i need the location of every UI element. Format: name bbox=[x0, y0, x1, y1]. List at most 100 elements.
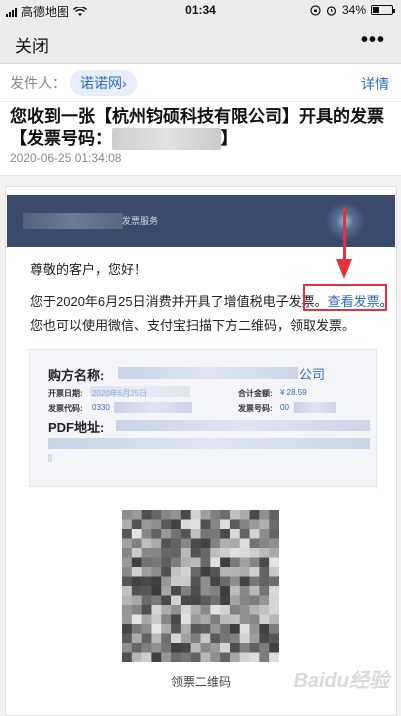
qr-module bbox=[220, 548, 231, 558]
qr-module bbox=[249, 519, 260, 530]
qr-module bbox=[141, 529, 152, 539]
buyer-label: 购方名称: bbox=[48, 368, 105, 383]
qr-module bbox=[171, 576, 182, 587]
more-icon[interactable]: ••• bbox=[361, 29, 385, 52]
blurred-number bbox=[294, 402, 336, 413]
qr-module bbox=[269, 614, 279, 625]
qr-module bbox=[220, 529, 231, 539]
qr-module bbox=[161, 652, 172, 662]
qr-module bbox=[180, 576, 191, 587]
qr-module bbox=[131, 595, 142, 606]
blurred-banner-logo bbox=[23, 213, 123, 229]
qr-module bbox=[239, 548, 250, 558]
qr-module bbox=[210, 548, 221, 558]
qr-module bbox=[180, 624, 191, 634]
qr-module bbox=[220, 633, 231, 644]
qr-module bbox=[141, 548, 152, 558]
qr-module bbox=[269, 548, 279, 558]
qr-module bbox=[229, 557, 240, 568]
subject-end: 】 bbox=[220, 129, 238, 148]
qr-module bbox=[259, 538, 270, 549]
qr-module bbox=[229, 548, 240, 558]
qr-module bbox=[229, 576, 240, 587]
qr-module bbox=[122, 614, 133, 625]
qr-module bbox=[229, 586, 240, 596]
qr-module bbox=[239, 586, 250, 596]
qr-module bbox=[229, 624, 240, 634]
qr-module bbox=[171, 605, 182, 615]
qr-module bbox=[249, 624, 260, 634]
qr-module bbox=[200, 538, 211, 549]
qr-module bbox=[269, 567, 279, 577]
invoice-no-label: 发票号码: bbox=[238, 404, 273, 413]
qr-module bbox=[210, 643, 221, 653]
qr-module bbox=[249, 652, 260, 662]
qr-module bbox=[141, 586, 152, 596]
qr-module bbox=[190, 633, 201, 644]
blurred-pdf-url-1[interactable] bbox=[116, 420, 370, 431]
qr-module bbox=[161, 643, 172, 653]
qr-module bbox=[229, 529, 240, 539]
close-button[interactable]: 关闭 bbox=[15, 32, 49, 57]
qr-module bbox=[200, 529, 211, 539]
qr-module bbox=[141, 567, 152, 577]
qr-module bbox=[141, 595, 152, 606]
qr-module bbox=[249, 643, 260, 653]
qr-module bbox=[249, 529, 260, 539]
qr-module bbox=[190, 624, 201, 634]
qr-module bbox=[269, 510, 279, 520]
blurred-pdf-url-2[interactable] bbox=[48, 438, 370, 449]
qr-module bbox=[239, 643, 250, 653]
qr-module bbox=[122, 567, 133, 577]
qr-module bbox=[210, 595, 221, 606]
qr-module bbox=[259, 529, 270, 539]
blurred-invoice-number bbox=[112, 128, 221, 150]
details-link[interactable]: 详情 bbox=[361, 74, 389, 94]
qr-module bbox=[131, 576, 142, 587]
qr-module bbox=[190, 510, 201, 520]
qr-module bbox=[220, 652, 231, 662]
pdf-label: PDF地址: bbox=[48, 420, 105, 435]
qr-module bbox=[122, 586, 133, 596]
qr-module bbox=[229, 643, 240, 653]
qr-module bbox=[259, 605, 270, 615]
qr-module bbox=[210, 614, 221, 625]
qr-module bbox=[141, 576, 152, 587]
qr-module bbox=[210, 519, 221, 530]
invoice-summary: 购方名称: 公司 开票日期: 2020年6月25日 合计金额: ¥ 28.59 … bbox=[29, 349, 377, 487]
qr-module bbox=[161, 519, 172, 530]
qr-module bbox=[171, 652, 182, 662]
qr-module bbox=[249, 614, 260, 625]
qr-module bbox=[190, 586, 201, 596]
qr-module bbox=[229, 510, 240, 520]
qr-module bbox=[249, 557, 260, 568]
qr-module bbox=[190, 605, 201, 615]
status-right: 34% bbox=[310, 3, 395, 17]
qr-module bbox=[131, 557, 142, 568]
qr-module bbox=[171, 567, 182, 577]
qr-module bbox=[151, 529, 162, 539]
sender-chip[interactable]: 诺诺网› bbox=[70, 70, 137, 96]
qr-module bbox=[161, 624, 172, 634]
arrow-head-annotation bbox=[336, 259, 352, 279]
qr-module bbox=[269, 529, 279, 539]
qr-module bbox=[141, 652, 152, 662]
qr-module bbox=[161, 529, 172, 539]
qr-module bbox=[122, 519, 133, 530]
qr-module bbox=[229, 567, 240, 577]
qr-module bbox=[122, 605, 133, 615]
mail-subject: 您收到一张【杭州钧硕科技有限公司】开具的发票【发票号码： 】 bbox=[10, 106, 391, 150]
qr-module bbox=[122, 510, 133, 520]
qr-module bbox=[122, 529, 133, 539]
qr-module bbox=[131, 633, 142, 644]
sender-row: 发件人： 诺诺网› 详情 bbox=[10, 70, 391, 96]
qr-module bbox=[220, 576, 231, 587]
qr-module bbox=[180, 510, 191, 520]
qr-module bbox=[141, 633, 152, 644]
qr-module bbox=[131, 538, 142, 549]
qr-module bbox=[220, 586, 231, 596]
qr-module bbox=[171, 643, 182, 653]
qr-module bbox=[151, 519, 162, 530]
qr-module bbox=[249, 633, 260, 644]
qr-module bbox=[249, 576, 260, 587]
